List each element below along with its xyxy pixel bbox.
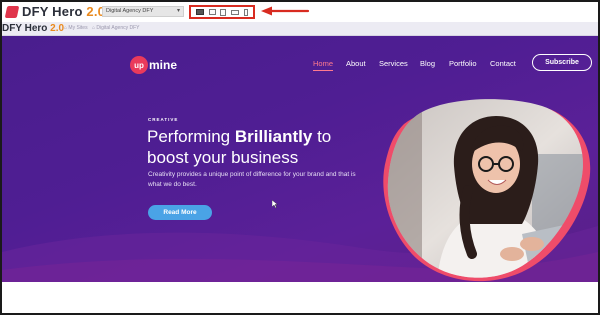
laptop-icon[interactable] <box>208 9 216 15</box>
page-bottom <box>2 282 598 313</box>
site-logo[interactable]: up mine <box>130 56 177 74</box>
logo-badge: up <box>130 56 148 74</box>
nav-blog[interactable]: Blog <box>420 59 435 68</box>
nav-contact[interactable]: Contact <box>490 59 516 68</box>
site-select[interactable]: Digital Agency DFY ▾ <box>102 6 184 17</box>
tablet-icon[interactable] <box>220 8 227 16</box>
mouse-cursor-icon <box>272 200 278 208</box>
subbar-app-version: 2.0 <box>50 23 65 34</box>
hero-photo <box>383 99 591 282</box>
logo-text: mine <box>149 58 178 72</box>
hero-headline: Performing Brilliantly to boost your bus… <box>147 126 387 168</box>
nav-portfolio[interactable]: Portfolio <box>449 59 477 68</box>
arrow-left-icon <box>261 6 310 16</box>
nav-services[interactable]: Services <box>379 59 408 68</box>
dfy-logo-icon <box>4 5 20 18</box>
crumb-my-sites-label: My Sites <box>68 25 88 31</box>
read-more-button[interactable]: Read More <box>148 205 212 220</box>
crumb-site[interactable]: ⌂ Digital Agency DFY <box>92 25 140 31</box>
mobile-icon[interactable] <box>243 8 248 16</box>
nav-home[interactable]: Home <box>313 59 334 71</box>
tablet-landscape-icon[interactable] <box>231 9 240 15</box>
subscribe-button[interactable]: Subscribe <box>532 54 592 71</box>
headline-bold: Brilliantly <box>234 127 313 146</box>
device-preview-group <box>189 5 255 19</box>
headline-line2: boost your business <box>147 148 299 167</box>
site-select-value: Digital Agency DFY <box>106 8 154 14</box>
chevron-down-icon: ▾ <box>176 8 180 14</box>
headline-tail: to <box>312 127 332 146</box>
editor-logo[interactable]: DFY Hero 2.0 <box>4 4 105 19</box>
hero-description: Creativity provides a unique point of di… <box>148 171 356 188</box>
hero-eyebrow: CREATIVE <box>148 117 179 122</box>
app-name: DFY Hero <box>22 4 83 19</box>
editor-toolbar: DFY Hero 2.0 Digital Agency DFY ▾ <box>2 2 598 22</box>
screenshot-frame: DFY Hero 2.0 Digital Agency DFY ▾ DFY He… <box>0 0 600 315</box>
crumb-site-label: Digital Agency DFY <box>96 25 140 31</box>
subbar-logo[interactable]: DFY Hero 2.0 <box>2 23 64 34</box>
desktop-icon[interactable] <box>196 9 205 15</box>
subbar-app-name: DFY Hero <box>2 23 48 34</box>
nav-about[interactable]: About <box>346 59 366 68</box>
headline-plain: Performing <box>147 127 235 146</box>
crumb-my-sites[interactable]: ⌂ My Sites <box>64 25 88 31</box>
editor-subbar: DFY Hero 2.0 ⌂ My Sites ⌂ Digital Agency… <box>2 22 598 36</box>
hero-section: up mine Home About Services Blog Portfol… <box>2 36 598 282</box>
